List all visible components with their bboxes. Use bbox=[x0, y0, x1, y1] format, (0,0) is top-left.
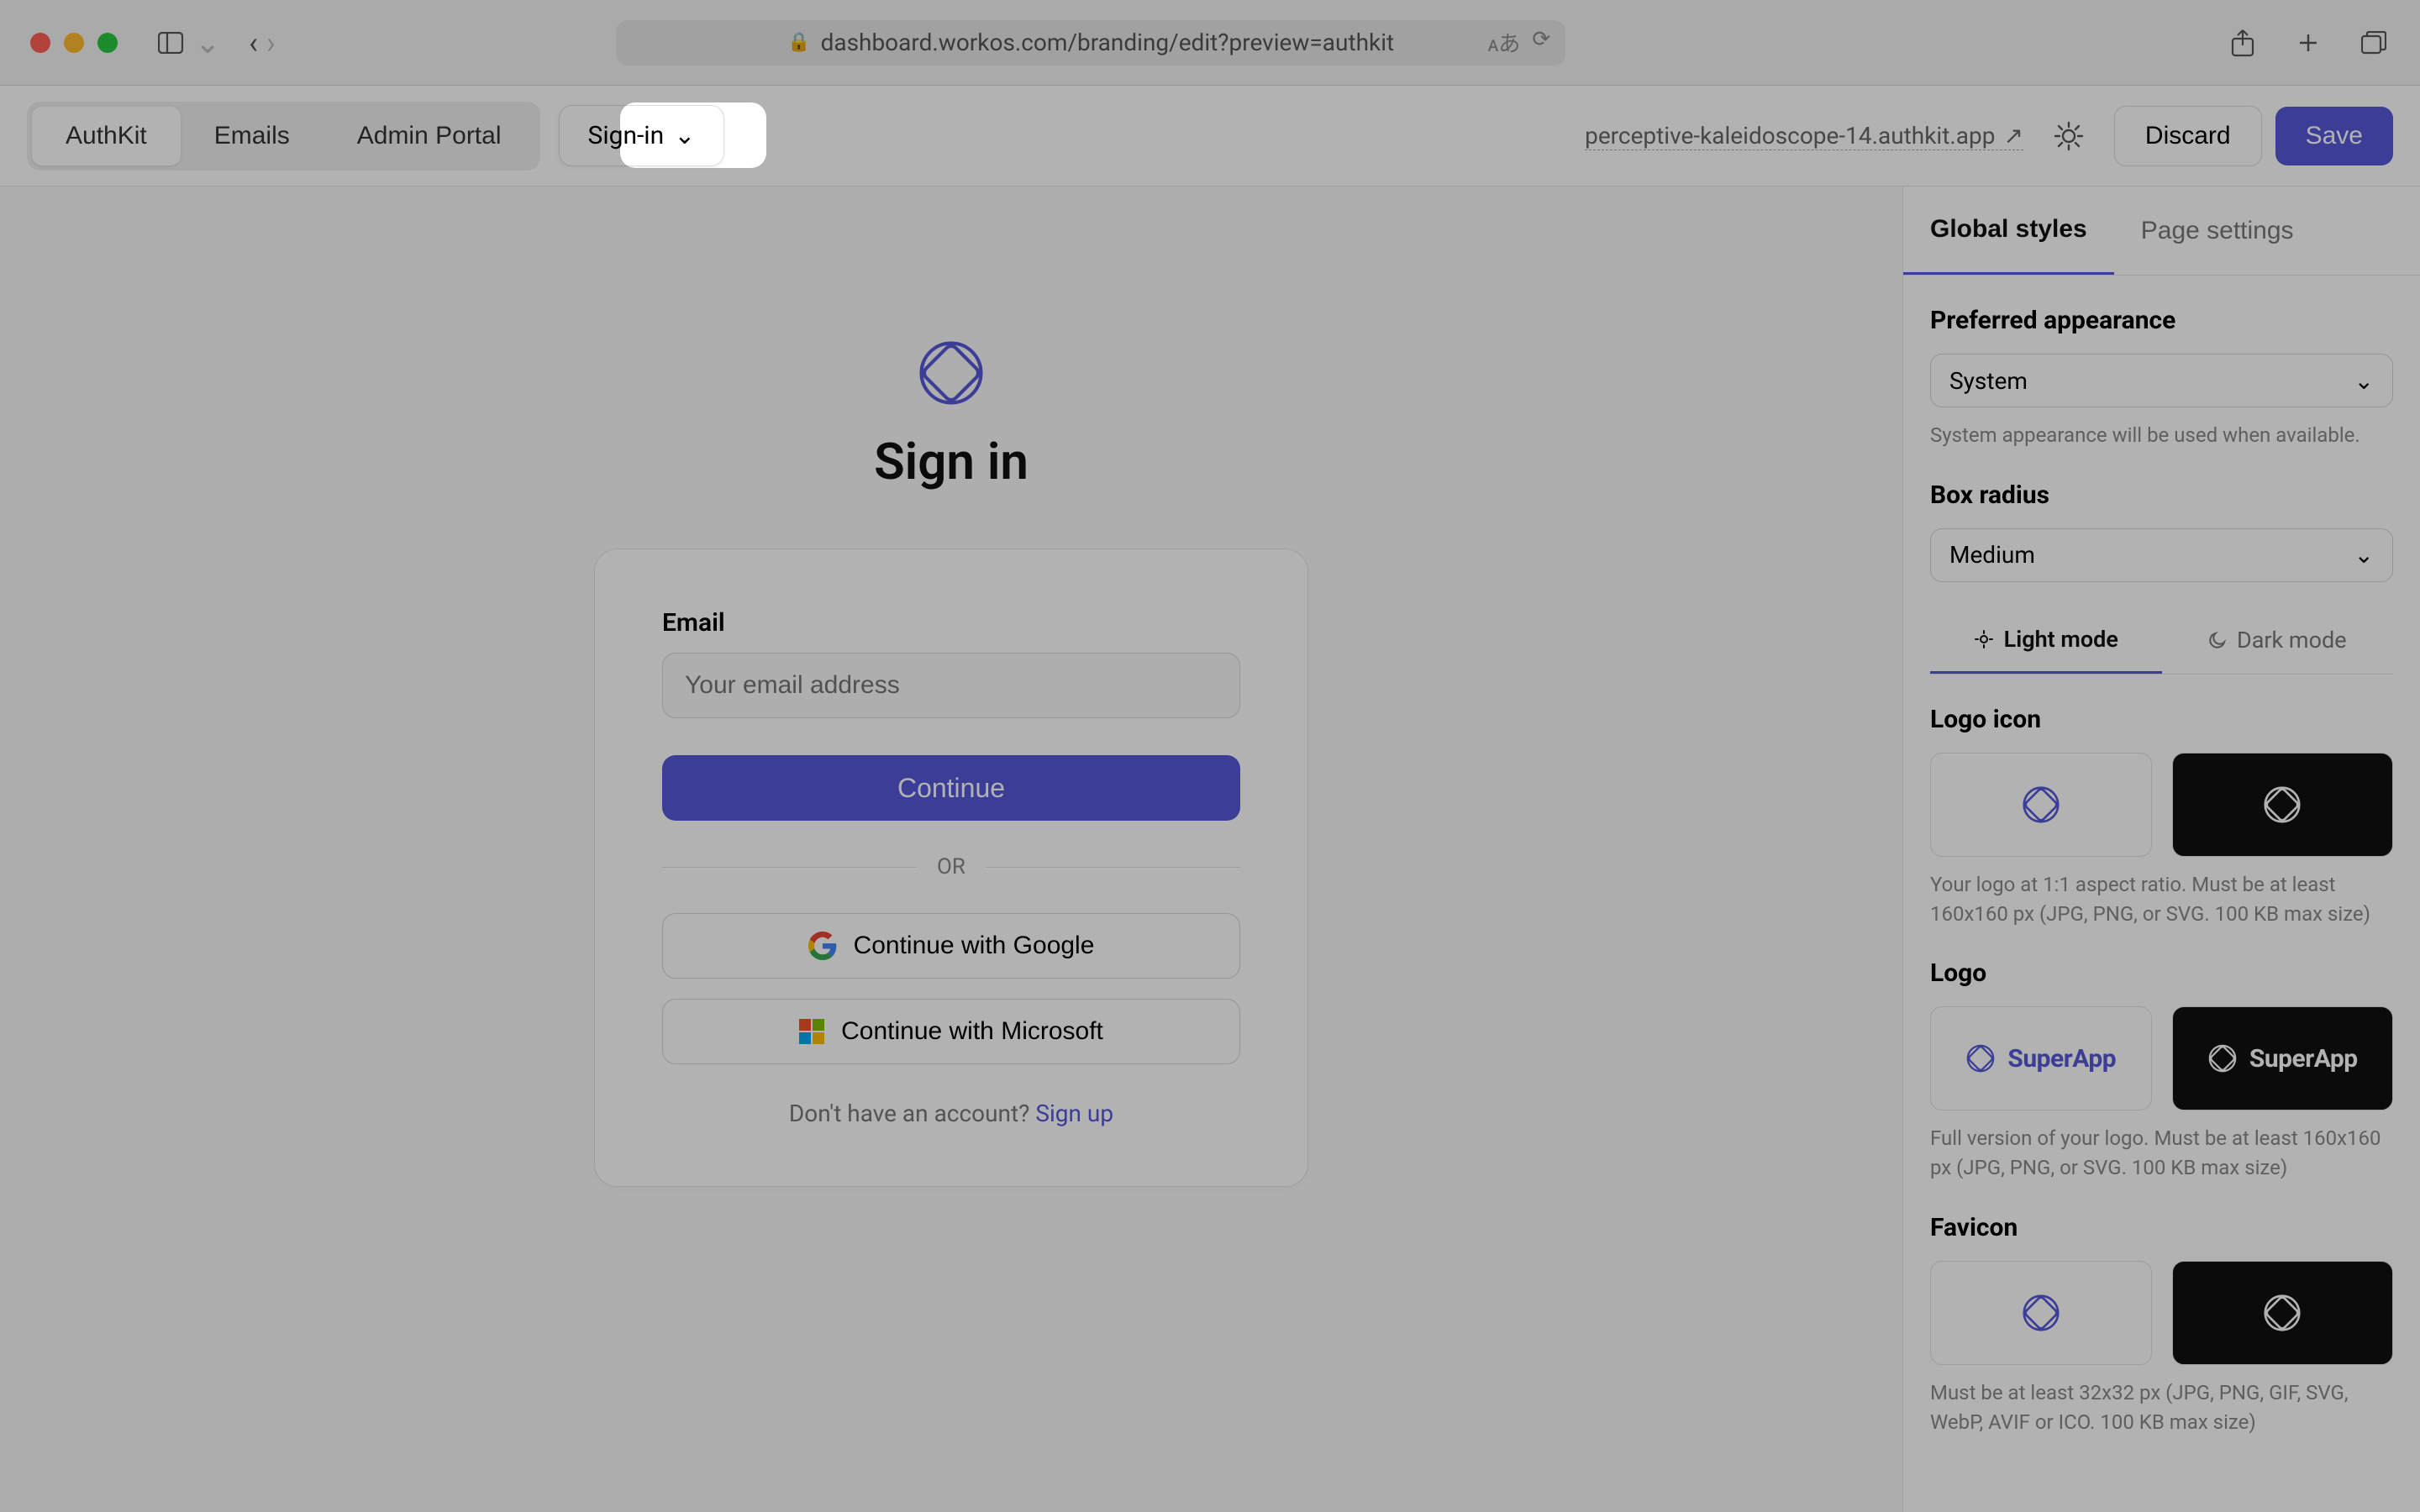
brand-logo-icon bbox=[2021, 1293, 2061, 1333]
discard-button[interactable]: Discard bbox=[2114, 106, 2262, 166]
logo-dark-upload[interactable]: SuperApp bbox=[2172, 1006, 2394, 1110]
continue-microsoft-button[interactable]: Continue with Microsoft bbox=[662, 999, 1240, 1064]
auth-card: Email Continue OR Continue with Google C… bbox=[594, 549, 1308, 1187]
preview-canvas: Sign in Email Continue OR Continue with … bbox=[0, 186, 1902, 1512]
save-button[interactable]: Save bbox=[2275, 107, 2393, 165]
translate-icon[interactable]: ᴀあ bbox=[1487, 27, 1520, 58]
signup-prompt: Don't have an account? Sign up bbox=[662, 1100, 1240, 1127]
chevron-down-icon[interactable]: ⌄ bbox=[195, 25, 220, 60]
url-text: dashboard.workos.com/branding/edit?previ… bbox=[821, 29, 1395, 56]
or-divider: OR bbox=[662, 854, 1240, 879]
logo-icon-dark-upload[interactable] bbox=[2172, 753, 2394, 857]
theme-toggle-icon[interactable] bbox=[2049, 116, 2089, 156]
share-icon[interactable] bbox=[2227, 27, 2259, 59]
chevron-down-icon: ⌄ bbox=[2354, 541, 2374, 569]
chevron-down-icon: ⌄ bbox=[674, 121, 695, 150]
tab-authkit[interactable]: AuthKit bbox=[32, 107, 181, 165]
appearance-hint: System appearance will be used when avai… bbox=[1930, 421, 2393, 450]
close-window-icon[interactable] bbox=[30, 33, 50, 53]
tab-dark-mode[interactable]: Dark mode bbox=[2162, 607, 2394, 674]
settings-sidebar: Global styles Page settings Preferred ap… bbox=[1902, 186, 2420, 1512]
email-label: Email bbox=[662, 608, 1240, 638]
address-bar[interactable]: 🔒 dashboard.workos.com/branding/edit?pre… bbox=[616, 20, 1565, 66]
minimize-window-icon[interactable] bbox=[64, 33, 84, 53]
signin-dropdown[interactable]: Sign-in ⌄ bbox=[559, 105, 725, 166]
mode-tabs: Light mode Dark mode bbox=[1930, 607, 2393, 675]
lock-icon: 🔒 bbox=[787, 32, 810, 53]
radius-heading: Box radius bbox=[1930, 480, 2393, 510]
back-icon[interactable]: ‹ bbox=[249, 25, 258, 60]
logo-hint: Full version of your logo. Must be at le… bbox=[1930, 1124, 2393, 1183]
continue-button[interactable]: Continue bbox=[662, 755, 1240, 821]
window-controls bbox=[30, 33, 118, 53]
favicon-light-upload[interactable] bbox=[1930, 1261, 2152, 1365]
fullscreen-window-icon[interactable] bbox=[97, 33, 118, 53]
page-title: Sign in bbox=[874, 432, 1028, 491]
new-tab-icon[interactable] bbox=[2292, 27, 2324, 59]
brand-logo-icon bbox=[2262, 1293, 2302, 1333]
tab-global-styles[interactable]: Global styles bbox=[1903, 186, 2114, 275]
tab-emails[interactable]: Emails bbox=[181, 107, 324, 165]
favicon-heading: Favicon bbox=[1930, 1213, 2393, 1242]
logo-icon-hint: Your logo at 1:1 aspect ratio. Must be a… bbox=[1930, 870, 2393, 929]
sidebar-toggle-icon[interactable] bbox=[155, 27, 187, 59]
microsoft-icon bbox=[799, 1019, 824, 1044]
radius-select[interactable]: Medium ⌄ bbox=[1930, 528, 2393, 582]
brand-logo-icon bbox=[2262, 785, 2302, 825]
google-icon bbox=[808, 932, 837, 960]
tab-admin-portal[interactable]: Admin Portal bbox=[324, 107, 535, 165]
logo-icon-light-upload[interactable] bbox=[1930, 753, 2152, 857]
preview-tabs: AuthKit Emails Admin Portal bbox=[27, 102, 540, 171]
favicon-hint: Must be at least 32x32 px (JPG, PNG, GIF… bbox=[1930, 1378, 2393, 1437]
tab-page-settings[interactable]: Page settings bbox=[2114, 186, 2321, 275]
moon-icon bbox=[2208, 631, 2227, 649]
continue-google-button[interactable]: Continue with Google bbox=[662, 913, 1240, 979]
brand-logo-icon bbox=[916, 338, 986, 408]
email-input[interactable] bbox=[662, 653, 1240, 718]
external-link-icon: ↗ bbox=[2003, 122, 2023, 150]
favicon-dark-upload[interactable] bbox=[2172, 1261, 2394, 1365]
chevron-down-icon: ⌄ bbox=[2354, 367, 2374, 395]
signin-dropdown-label: Sign-in bbox=[588, 121, 665, 150]
preview-domain-link[interactable]: perceptive-kaleidoscope-14.authkit.app ↗ bbox=[1585, 122, 2023, 150]
brand-logo-icon bbox=[2021, 785, 2061, 825]
signup-link[interactable]: Sign up bbox=[1035, 1100, 1113, 1127]
sidebar-tabs: Global styles Page settings bbox=[1903, 186, 2420, 276]
app-toolbar: AuthKit Emails Admin Portal Sign-in ⌄ pe… bbox=[0, 86, 2420, 186]
reload-icon[interactable]: ⟳ bbox=[1532, 27, 1550, 58]
tabs-overview-icon[interactable] bbox=[2358, 27, 2390, 59]
logo-light-upload[interactable]: SuperApp bbox=[1930, 1006, 2152, 1110]
logo-heading: Logo bbox=[1930, 958, 2393, 988]
appearance-select[interactable]: System ⌄ bbox=[1930, 354, 2393, 407]
forward-icon[interactable]: › bbox=[266, 25, 276, 60]
browser-chrome: ⌄ ‹ › 🔒 dashboard.workos.com/branding/ed… bbox=[0, 0, 2420, 86]
sun-icon bbox=[1974, 629, 1994, 649]
appearance-heading: Preferred appearance bbox=[1930, 306, 2393, 335]
tab-light-mode[interactable]: Light mode bbox=[1930, 607, 2162, 674]
logo-icon-heading: Logo icon bbox=[1930, 705, 2393, 734]
